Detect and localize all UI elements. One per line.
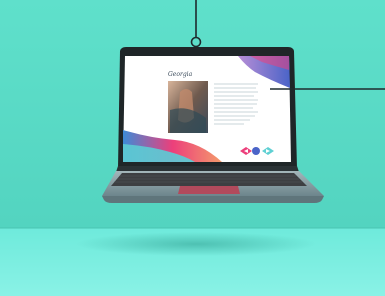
- laptop-scene: Georgia: [0, 0, 385, 296]
- floor-shadow: [76, 232, 316, 256]
- carousel-nav: [240, 147, 274, 155]
- keyboard: [111, 173, 307, 186]
- page-title: Georgia: [168, 71, 193, 78]
- laptop-front-edge: [102, 196, 324, 203]
- laptop-screen: Georgia: [123, 56, 291, 162]
- trackpad: [178, 186, 240, 194]
- dot-icon[interactable]: [252, 147, 260, 155]
